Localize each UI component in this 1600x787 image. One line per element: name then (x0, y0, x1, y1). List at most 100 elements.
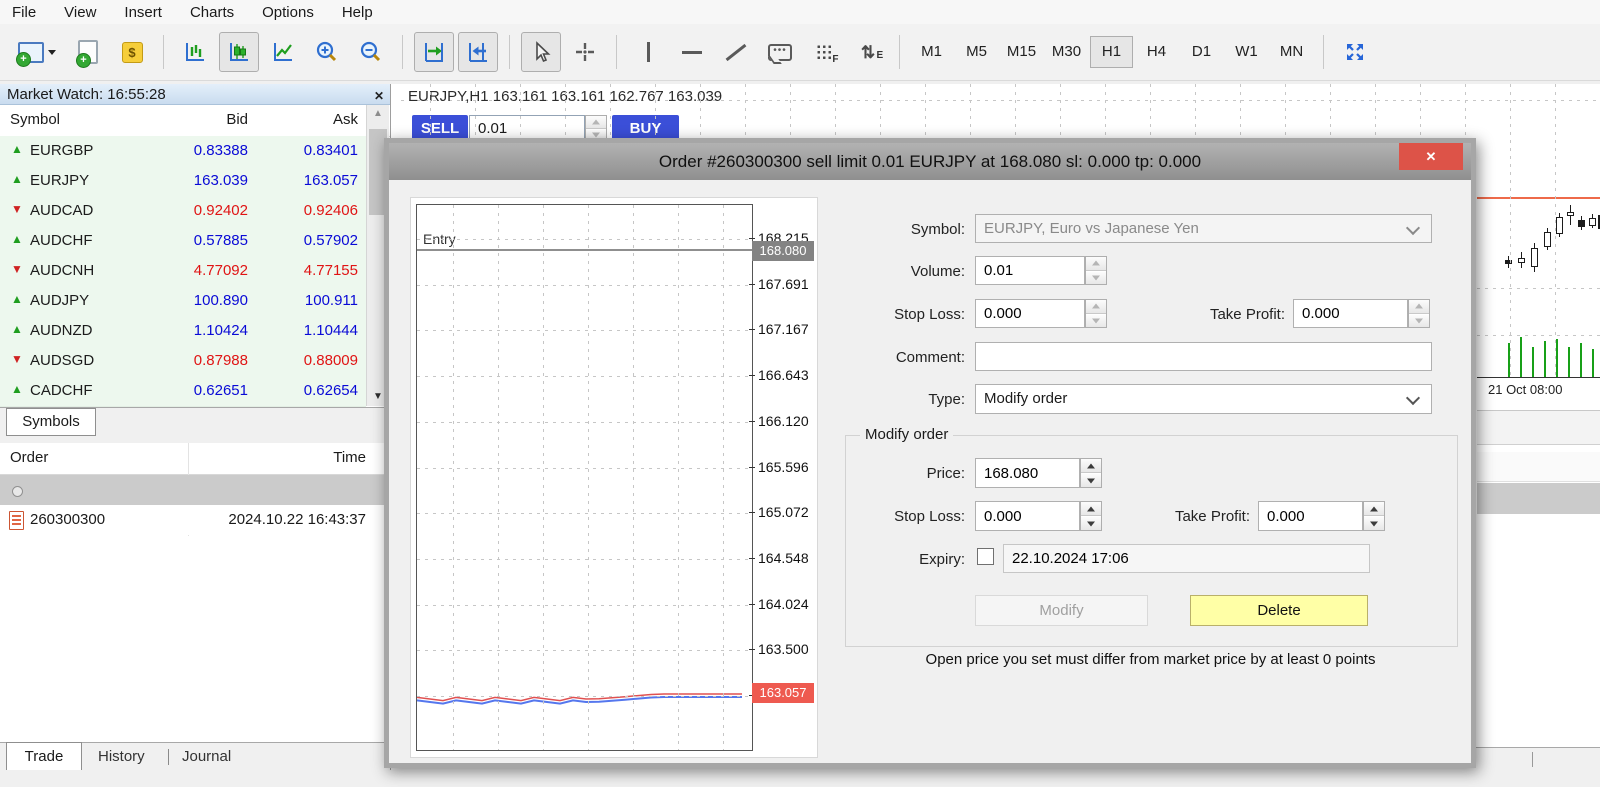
symbol-name: AUDJPY (30, 292, 89, 309)
modify-take-profit-stepper[interactable] (1363, 501, 1385, 531)
cursor-tool-button[interactable] (521, 32, 561, 72)
dialog-close-button[interactable]: ✕ (1399, 143, 1463, 170)
price-input[interactable] (975, 458, 1080, 488)
axis-tick (749, 238, 755, 239)
take-profit-input[interactable] (1293, 299, 1408, 328)
balance-row[interactable]: Balance: 99 878.59 USD Equity: 99 878.59… (0, 475, 390, 505)
crosshair-tool-button[interactable] (565, 32, 605, 72)
gridline (1105, 84, 1106, 137)
stop-loss-input[interactable] (975, 299, 1085, 328)
zoom-out-button[interactable] (351, 32, 391, 72)
vertical-line-tool-button[interactable] (628, 32, 668, 72)
symbol-row-audjpy[interactable]: AUDJPY100.890100.911 (0, 286, 366, 317)
column-header-order[interactable]: Order (10, 449, 48, 466)
menu-view[interactable]: View (64, 4, 96, 21)
close-icon[interactable]: ✕ (374, 86, 384, 107)
expiry-checkbox[interactable] (977, 548, 994, 565)
chart-shift-button[interactable] (458, 32, 498, 72)
gridline (633, 205, 634, 750)
auto-scroll-button[interactable] (414, 32, 454, 72)
menu-charts[interactable]: Charts (190, 4, 234, 21)
symbol-row-audcnh[interactable]: AUDCNH4.770924.77155 (0, 256, 366, 287)
candle-body (1544, 232, 1551, 247)
symbol-row-audcad[interactable]: AUDCAD0.924020.92406 (0, 196, 366, 227)
symbol-row-audnzd[interactable]: AUDNZD1.104241.10444 (0, 316, 366, 347)
column-header-bid[interactable]: Bid (130, 111, 248, 128)
expiry-date-input[interactable] (1003, 544, 1370, 573)
menu-options[interactable]: Options (262, 4, 314, 21)
order-document-icon (9, 511, 24, 530)
modify-stop-loss-input[interactable] (975, 501, 1080, 531)
zoom-in-button[interactable] (307, 32, 347, 72)
timeframe-m30[interactable]: M30 (1045, 36, 1088, 68)
horizontal-line-tool-button[interactable] (672, 32, 712, 72)
modify-button[interactable]: Modify (975, 595, 1148, 626)
price-scale-label: 165.596 (758, 459, 816, 475)
line-chart-button[interactable] (263, 32, 303, 72)
timeframe-h1[interactable]: H1 (1090, 36, 1133, 68)
new-profile-button[interactable]: + (68, 32, 108, 72)
indicators-icon: ⇅E (861, 44, 875, 61)
comment-input[interactable] (975, 342, 1432, 371)
symbol-name: EURGBP (30, 142, 93, 159)
tab-history[interactable]: History (98, 748, 145, 765)
volume-stepper[interactable] (1085, 256, 1107, 285)
chart-shift-icon (466, 40, 490, 64)
gridline (417, 559, 752, 560)
timeframe-m5[interactable]: M5 (955, 36, 998, 68)
gridline (700, 84, 701, 137)
zoom-out-icon (359, 40, 383, 64)
price-stepper[interactable] (1080, 458, 1102, 488)
tab-trade[interactable]: Trade (6, 742, 82, 771)
delete-button[interactable]: Delete (1190, 595, 1368, 626)
menu-help[interactable]: Help (342, 4, 373, 21)
symbol-row-eurjpy[interactable]: EURJPY163.039163.057 (0, 166, 366, 197)
market-watch-titlebar: Market Watch: 16:55:28 ✕ (0, 84, 390, 105)
order-row[interactable]: 260300300 2024.10.22 16:43:37 (0, 505, 390, 535)
scroll-up-icon[interactable]: ▲ (367, 108, 389, 119)
fibonacci-tool-button[interactable]: F (804, 32, 844, 72)
ask-price: 100.911 (240, 292, 358, 309)
dialog-titlebar[interactable]: Order #260300300 sell limit 0.01 EURJPY … (389, 143, 1471, 180)
timeframe-h4[interactable]: H4 (1135, 36, 1178, 68)
timeframe-w1[interactable]: W1 (1225, 36, 1268, 68)
gridline (1477, 335, 1600, 336)
modify-take-profit-input[interactable] (1258, 501, 1363, 531)
text-balloon-icon: ••• (768, 44, 792, 61)
crosshair-icon (573, 40, 597, 64)
tab-journal[interactable]: Journal (182, 748, 231, 765)
timeframe-d1[interactable]: D1 (1180, 36, 1223, 68)
text-label-tool-button[interactable]: ••• (760, 32, 800, 72)
column-header-time[interactable]: Time (200, 449, 366, 466)
symbol-select[interactable]: EURJPY, Euro vs Japanese Yen (975, 214, 1432, 243)
timeframe-m15[interactable]: M15 (1000, 36, 1043, 68)
menu-file[interactable]: File (12, 4, 36, 21)
timeframe-m1[interactable]: M1 (910, 36, 953, 68)
candlestick-chart-button[interactable] (219, 32, 259, 72)
trendline-tool-button[interactable] (716, 32, 756, 72)
stop-loss-stepper[interactable] (1085, 299, 1107, 328)
bid-price: 163.039 (130, 172, 248, 189)
symbol-row-audsgd[interactable]: AUDSGD0.879880.88009 (0, 346, 366, 377)
symbol-row-eurgbp[interactable]: EURGBP0.833880.83401 (0, 136, 366, 167)
timeframe-mn[interactable]: MN (1270, 36, 1313, 68)
new-order-button[interactable]: $ (112, 32, 152, 72)
indicators-button[interactable]: ⇅E (848, 32, 888, 72)
tab-symbols[interactable]: Symbols (6, 408, 96, 436)
new-chart-button[interactable]: + (10, 32, 64, 72)
type-select[interactable]: Modify order (975, 384, 1432, 414)
column-header-symbol[interactable]: Symbol (10, 111, 60, 128)
volume-input[interactable] (975, 256, 1085, 285)
take-profit-stepper[interactable] (1408, 299, 1430, 328)
symbol-row-audchf[interactable]: AUDCHF0.578850.57902 (0, 226, 366, 257)
toolbox-header: Order Time (0, 443, 390, 475)
gridline (417, 285, 752, 286)
toolbar-separator (899, 35, 900, 69)
time-axis-line (1477, 377, 1600, 378)
horizontal-line-icon (682, 51, 702, 54)
menu-insert[interactable]: Insert (124, 4, 162, 21)
tile-windows-button[interactable] (1335, 32, 1375, 72)
symbol-row-cadchf[interactable]: CADCHF0.626510.62654 (0, 376, 366, 407)
bar-chart-button[interactable] (175, 32, 215, 72)
column-header-ask[interactable]: Ask (240, 111, 358, 128)
